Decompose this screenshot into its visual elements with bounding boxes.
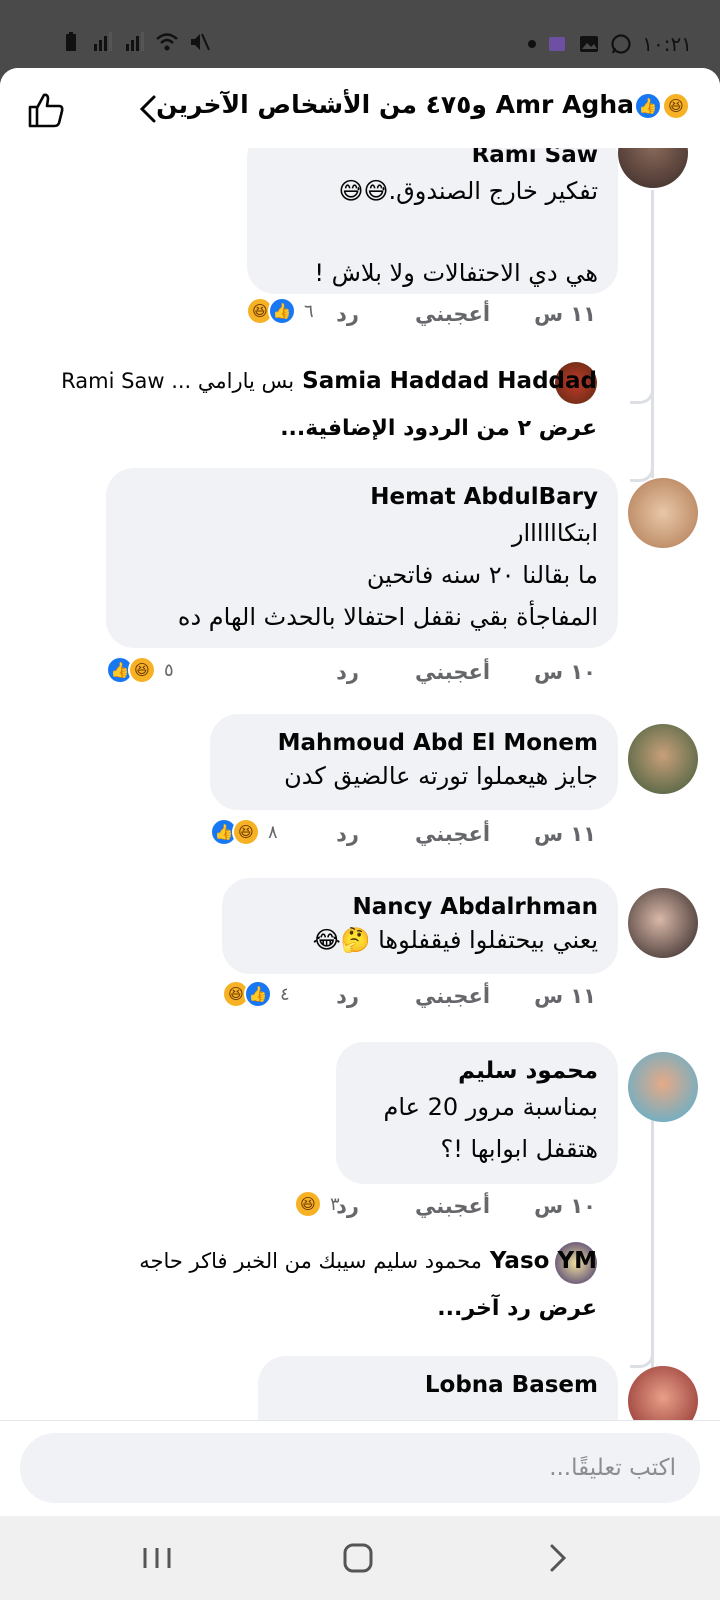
comments-list[interactable]: Rami Saw تفكير خارج الصندوق.😅😅 هي دي الا… (0, 148, 720, 1488)
status-bar: ١٠:٢١ (0, 0, 720, 70)
comment-author[interactable]: Rami Saw (267, 148, 598, 170)
recents-icon[interactable] (137, 1540, 177, 1576)
reply-button[interactable]: رد (336, 984, 359, 1008)
reply-button[interactable]: رد (336, 660, 359, 684)
comment-bubble: Mahmoud Abd El Monem جايز هيعملوا تورته … (210, 714, 618, 810)
avatar[interactable] (628, 888, 698, 958)
reply-button[interactable]: رد (336, 822, 359, 846)
haha-reaction-icon: 😆 (128, 656, 156, 684)
reaction-count: ٨ (268, 821, 278, 843)
comment-time: ١١ س (534, 822, 596, 846)
comment-actions: ١١ س أعجبني رد (336, 302, 596, 326)
comment-reactions[interactable]: 👍 😆 ٨ (210, 818, 284, 846)
reply-author[interactable]: Yaso YM (490, 1248, 597, 1274)
battery-icon (66, 32, 76, 51)
reply-author[interactable]: Samia Haddad Haddad (302, 368, 597, 394)
comment-bubble: محمود سليم بمناسبة مرور 20 عام هتقفل ابو… (336, 1042, 618, 1184)
reply-text: بس يارامي ... Rami Saw (61, 369, 295, 393)
comment-time: ١١ س (534, 984, 596, 1008)
like-button[interactable]: أعجبني (415, 984, 490, 1008)
like-reaction-icon: 👍 (268, 297, 296, 325)
sheet-header: Amr Agha و٤٧٥ من الأشخاص الآخرين 👍 😆 (0, 68, 720, 148)
like-outline-icon[interactable] (26, 90, 66, 130)
comment-author[interactable]: Nancy Abdalrhman (242, 892, 599, 922)
reaction-count: ٥ (164, 659, 174, 681)
comment-text-line: ابتكاااااار (511, 519, 598, 547)
back-icon[interactable] (538, 1540, 578, 1576)
comment-reactions[interactable]: 😆 👍 ٤ (222, 980, 296, 1008)
view-more-replies-link[interactable]: عرض رد آخر... (437, 1296, 597, 1321)
avatar[interactable] (628, 724, 698, 794)
status-icons-left (60, 32, 210, 52)
comment-time: ١١ س (534, 302, 596, 326)
like-button[interactable]: أعجبني (415, 660, 490, 684)
comment-author[interactable]: Hemat AbdulBary (126, 482, 598, 512)
like-button[interactable]: أعجبني (415, 302, 490, 326)
notification-icon (549, 37, 566, 51)
like-reaction-icon: 👍 (634, 92, 662, 120)
comment-composer (20, 1433, 700, 1503)
haha-reaction-icon: 😆 (294, 1190, 322, 1218)
reactions-summary-title[interactable]: Amr Agha و٤٧٥ من الأشخاص الآخرين (156, 90, 634, 119)
home-icon[interactable] (338, 1540, 378, 1576)
reply-button[interactable]: رد (336, 302, 359, 326)
comment-bubble: Nancy Abdalrhman يعني بيحتفلوا فيقفلوها … (222, 878, 618, 974)
view-more-replies-link[interactable]: عرض ٢ من الردود الإضافية... (280, 416, 597, 441)
comments-sheet: Amr Agha و٤٧٥ من الأشخاص الآخرين 👍 😆 Ram… (0, 68, 720, 1516)
header-reactions: 👍 😆 (634, 92, 690, 120)
comment-bubble: Hemat AbdulBary ابتكاااااار ما بقالنا ٢٠… (106, 468, 618, 648)
comment-time: ١٠ س (534, 1194, 596, 1218)
comment-author[interactable]: Mahmoud Abd El Monem (230, 728, 598, 758)
comment-text-line: تفكير خارج الصندوق.😅😅 (338, 177, 598, 205)
comment-actions: ١١ س أعجبني رد (336, 822, 596, 846)
like-reaction-icon: 👍 (244, 980, 272, 1008)
reply-text: محمود سليم سيبك من الخبر فاكر حاجه (139, 1249, 482, 1273)
composer-area (0, 1420, 720, 1516)
mute-icon (191, 33, 210, 51)
comment-text-line: يعني بيحتفلوا فيقفلوها 🤔😂 (312, 926, 598, 954)
reaction-count: ٦ (304, 300, 314, 322)
comment-actions: ١١ س أعجبني رد (336, 984, 596, 1008)
comment-author[interactable]: Lobna Basem (278, 1370, 598, 1400)
avatar[interactable] (618, 148, 688, 188)
haha-reaction-icon: 😆 (232, 818, 260, 846)
dot-icon (528, 40, 537, 48)
comment-text-line: جايز هيعملوا تورته عالضيق كدن (284, 762, 598, 790)
comment-reactions[interactable]: 👍 😆 ٥ (106, 656, 180, 684)
comment-reactions[interactable]: 😆 ٣ (294, 1190, 346, 1218)
whatsapp-icon (611, 34, 631, 54)
avatar[interactable] (628, 1052, 698, 1122)
comment-actions: ١٠ س أعجبني رد (336, 660, 596, 684)
haha-reaction-icon: 😆 (662, 92, 690, 120)
wifi-icon (156, 33, 178, 51)
like-button[interactable]: أعجبني (415, 1194, 490, 1218)
signal-icon-2 (126, 32, 144, 51)
reaction-count: ٣ (330, 1193, 340, 1215)
clock: ١٠:٢١ (642, 32, 692, 56)
system-nav-bar (0, 1516, 720, 1600)
comment-reactions[interactable]: 😆 👍 ٦ (246, 297, 320, 325)
like-button[interactable]: أعجبني (415, 822, 490, 846)
avatar[interactable] (628, 478, 698, 548)
comment-text-line: هي دي الاحتفالات ولا بلاش ! (314, 259, 598, 287)
comment-time: ١٠ س (534, 660, 596, 684)
signal-icon (94, 32, 112, 51)
comment-text-line: بمناسبة مرور 20 عام (383, 1093, 598, 1121)
thread-line (651, 190, 654, 478)
comment-actions: ١٠ س أعجبني رد (336, 1194, 596, 1218)
comment-text-line: ما بقالنا ٢٠ سنه فاتحين (366, 561, 598, 589)
comment-input[interactable] (20, 1433, 700, 1503)
reply-row: Samia Haddad Haddad بس يارامي ... Rami S… (61, 368, 597, 394)
reply-row: Yaso YM محمود سليم سيبك من الخبر فاكر حا… (139, 1248, 597, 1274)
comment-text-line: المفاجأة بقي نقفل احتفالا بالحدث الهام د… (177, 603, 598, 631)
comment-author[interactable]: محمود سليم (356, 1056, 598, 1086)
comment-text-line (267, 212, 598, 252)
status-icons-right: ١٠:٢١ (528, 32, 692, 56)
gallery-icon (580, 36, 599, 52)
reaction-count: ٤ (280, 983, 290, 1005)
comment-text-line: هتقفل ابوابها !؟ (440, 1135, 598, 1163)
comment-bubble: Rami Saw تفكير خارج الصندوق.😅😅 هي دي الا… (247, 148, 618, 294)
